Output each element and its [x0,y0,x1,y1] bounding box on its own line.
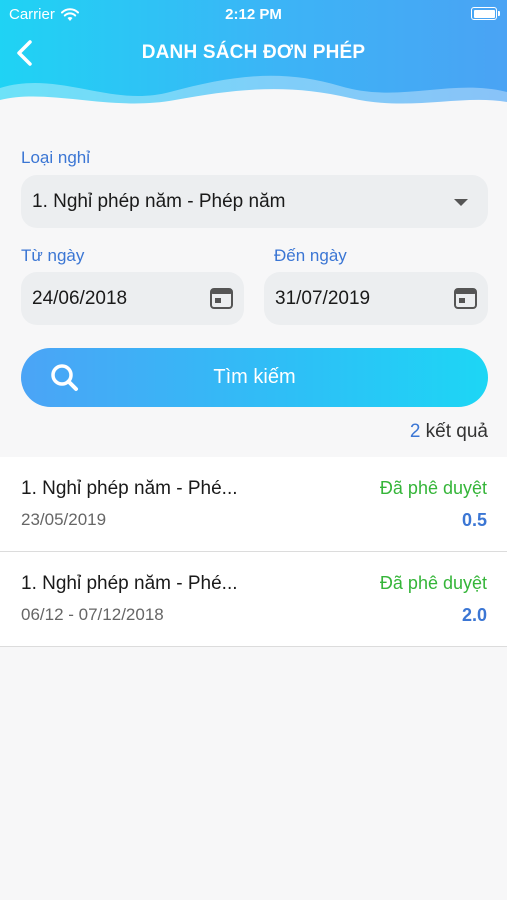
calendar-icon [210,288,233,309]
status-bar: Carrier 2:12 PM [0,0,507,28]
search-button-label: Tìm kiếm [213,366,296,388]
battery-icon [471,7,500,20]
search-button[interactable]: Tìm kiếm [21,348,488,407]
to-date-label: Đến ngày [274,246,347,265]
leave-request-list: 1. Nghỉ phép năm - Phé... 23/05/2019 Đã … [0,457,507,647]
item-title: 1. Nghỉ phép năm - Phé... [21,573,238,594]
item-date: 06/12 - 07/12/2018 [21,605,164,624]
item-days: 2.0 [461,605,487,625]
leave-type-select[interactable]: 1. Nghỉ phép năm - Phép năm [21,175,488,228]
result-count: 2 kết quả [410,421,488,443]
result-count-number: 2 [409,421,421,442]
list-item[interactable]: 1. Nghỉ phép năm - Phé... 06/12 - 07/12/… [0,552,507,647]
from-date-label: Từ ngày [21,246,85,265]
item-date: 23/05/2019 [21,510,107,529]
item-status: Đã phê duyệt [379,573,487,593]
status-time: 2:12 PM [225,6,282,23]
item-status: Đã phê duyệt [379,478,487,498]
calendar-icon [454,288,477,309]
dropdown-arrow-icon [454,199,468,206]
from-date-field[interactable]: 24/06/2018 [21,272,244,325]
result-count-suffix: kết quả [425,421,488,442]
header-bar: Carrier 2:12 PM DANH SÁCH ĐƠN PHÉP [0,0,507,125]
item-days: 0.5 [461,510,487,530]
leave-type-label: Loại nghỉ [21,148,91,167]
to-date-field[interactable]: 31/07/2019 [264,272,488,325]
leave-type-value: 1. Nghỉ phép năm - Phép năm [32,190,286,212]
item-title: 1. Nghỉ phép năm - Phé... [21,478,238,499]
page-title: DANH SÁCH ĐƠN PHÉP [141,42,366,63]
list-item[interactable]: 1. Nghỉ phép năm - Phé... 23/05/2019 Đã … [0,457,507,552]
